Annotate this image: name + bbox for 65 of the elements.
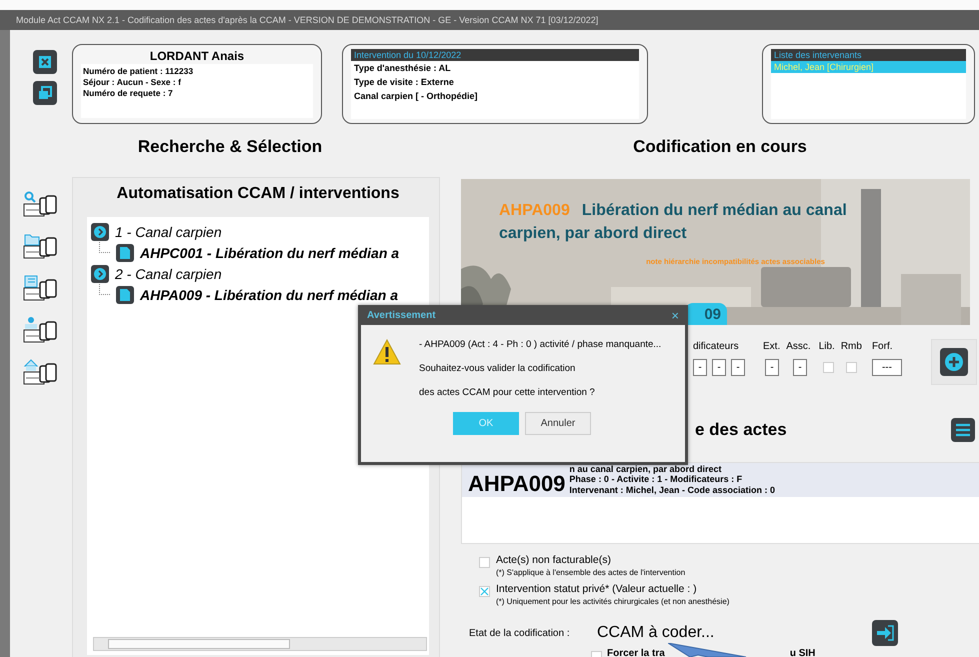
column-header: Lib. (818, 341, 835, 353)
intervention-info: Type d'anesthésie : AL (353, 62, 452, 75)
patient-name: LORDANT Anais (148, 49, 246, 63)
forfait-field[interactable]: --- (872, 359, 902, 376)
modifier-field[interactable]: - (731, 359, 745, 376)
intervention-info: Type de visite : Externe (353, 76, 455, 89)
windows-button[interactable] (33, 81, 57, 105)
column-header: Forf. (872, 341, 892, 353)
modifier-field[interactable]: - (693, 359, 707, 376)
checkbox[interactable] (822, 362, 834, 373)
horizontal-scrollbar[interactable] (93, 637, 427, 651)
banner-title: AHPA009 Libération du nerf médian au canal carpien, par abord direct (498, 201, 848, 244)
close-button[interactable] (33, 50, 57, 74)
column-header: Rmb (840, 341, 862, 353)
window-title: Module Act CCAM NX 2.1 - Codification des actes d'après la CCAM - VERSION DE DEMONSTRATION - GE - Version CCAM NX 71 [03/12/2022] (16, 15, 598, 25)
section-title: Codification en cours (633, 137, 807, 156)
checkbox[interactable] (479, 557, 490, 568)
tree-leaf[interactable]: AHPC001 - Libération du nerf médian a (140, 244, 400, 260)
option-label: Acte(s) non facturable(s) (496, 554, 611, 566)
ext-field[interactable]: - (765, 359, 779, 376)
windows-icon (38, 86, 52, 100)
column-header: dificateurs (693, 341, 739, 353)
document-icon (116, 286, 134, 304)
checkbox[interactable] (846, 362, 857, 373)
menu-icon (955, 422, 971, 436)
intervention-info: Canal carpien [ - Orthopédie] (353, 90, 479, 103)
expand-icon[interactable] (91, 264, 109, 282)
tree-node[interactable]: 2 - Canal carpien (115, 266, 222, 282)
close-button[interactable]: × (671, 308, 679, 322)
expand-icon[interactable] (91, 222, 109, 240)
option-note: (*) Uniquement pour les activités chirurgicales (et non anesthésie) (495, 597, 730, 606)
checkbox[interactable] (479, 586, 490, 597)
act-row[interactable]: AHPA009 n au canal carpien, par abord direct Phase : 0 - Activite : 1 - Modificateurs : F Intervenant : Michel, Jean - Code association : 0 (462, 463, 979, 497)
warning-icon (373, 339, 401, 365)
status-value: CCAM à coder... (597, 624, 714, 642)
option-label: Intervention statut privé* (Valeur actuelle : ) (496, 583, 697, 595)
cancel-button[interactable]: Annuler (525, 412, 591, 435)
panel-title: Automatisation CCAM / interventions (116, 185, 400, 202)
status-label: Etat de la codification : (469, 628, 571, 638)
force-label: Forcer la tra (607, 648, 665, 657)
document-icon (116, 244, 134, 262)
patient-info: Séjour : Aucun - Sexe : f (83, 77, 182, 88)
assc-field[interactable]: - (793, 359, 807, 376)
intervenants-title: Liste des intervenants (771, 49, 966, 61)
column-header: Assc. (786, 341, 811, 353)
patient-info: Numéro de patient : 112233 (83, 66, 194, 77)
add-button[interactable] (940, 348, 968, 376)
intervention-title: Intervention du 10/12/2022 (351, 49, 639, 61)
send-button[interactable] (872, 620, 898, 646)
dialog-message: Souhaitez-vous valider la codification (419, 363, 576, 374)
menu-button[interactable] (951, 418, 975, 442)
code-tab[interactable]: 09 (685, 303, 727, 325)
tree-node[interactable]: 1 - Canal carpien (115, 224, 222, 240)
dialog-message: des actes CCAM pour cette intervention ? (419, 387, 596, 398)
force-label: u SIH (790, 648, 816, 657)
option-note: (*) S'applique à l'ensemble des actes de l'intervention (495, 568, 686, 577)
tree-leaf[interactable]: AHPA009 - Libération du nerf médian a (140, 286, 398, 302)
dialog-message: - AHPA009 (Act : 4 - Ph : 0 ) activité / phase manquante... (419, 339, 662, 350)
close-icon (38, 55, 52, 69)
patient-info: Numéro de requete : 7 (83, 88, 174, 99)
dialog-title: Avertissement (367, 310, 436, 320)
column-header: Ext. (763, 341, 780, 353)
section-title: Recherche & Sélection (138, 137, 322, 156)
section-title: e des actes (695, 420, 787, 440)
modifier-field[interactable]: - (712, 359, 726, 376)
